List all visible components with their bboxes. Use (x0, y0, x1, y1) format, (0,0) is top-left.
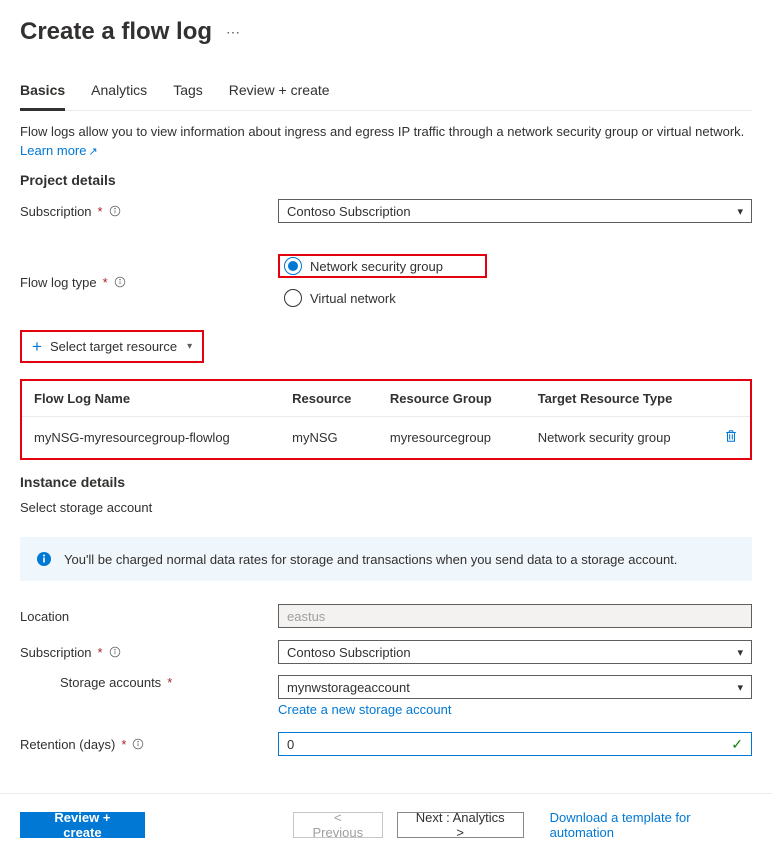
target-resource-table: Flow Log Name Resource Resource Group Ta… (20, 379, 752, 460)
review-create-button[interactable]: Review + create (20, 812, 145, 838)
storage-accounts-label: Storage accounts * (60, 675, 278, 690)
subscription-select[interactable]: Contoso Subscription ▾ (278, 199, 752, 223)
select-storage-label: Select storage account (20, 500, 752, 515)
tab-review-create[interactable]: Review + create (229, 82, 330, 110)
col-resource: Resource (280, 381, 378, 417)
storage-info-banner: You'll be charged normal data rates for … (20, 537, 752, 581)
chevron-down-icon: ▾ (187, 341, 192, 352)
table-row: myNSG-myresourcegroup-flowlog myNSG myre… (22, 417, 750, 459)
subscription2-select[interactable]: Contoso Subscription ▾ (278, 640, 752, 664)
tab-analytics[interactable]: Analytics (91, 82, 147, 110)
radio-nsg[interactable]: Network security group (278, 254, 487, 278)
subscription-label: Subscription * (20, 204, 278, 219)
radio-checked-icon (284, 257, 302, 275)
location-label: Location (20, 609, 278, 624)
tab-tags[interactable]: Tags (173, 82, 203, 110)
storage-account-select[interactable]: mynwstorageaccount ▾ (278, 675, 752, 699)
previous-button: < Previous (293, 812, 383, 838)
col-flow-log-name: Flow Log Name (22, 381, 280, 417)
col-target-type: Target Resource Type (526, 381, 712, 417)
more-actions-icon[interactable]: ⋯ (226, 24, 241, 41)
intro-text: Flow logs allow you to view information … (20, 123, 752, 141)
col-resource-group: Resource Group (378, 381, 526, 417)
select-target-resource-button[interactable]: + Select target resource ▾ (20, 330, 204, 363)
info-icon (36, 551, 52, 567)
project-details-heading: Project details (20, 172, 752, 188)
chevron-down-icon: ▾ (737, 681, 743, 694)
delete-icon[interactable] (724, 429, 738, 443)
page-title: Create a flow log (20, 18, 212, 46)
instance-details-heading: Instance details (20, 474, 752, 490)
chevron-down-icon: ▾ (737, 205, 743, 218)
retention-label: Retention (days) * (20, 737, 278, 752)
wizard-tabs: Basics Analytics Tags Review + create (20, 82, 752, 111)
info-icon[interactable] (132, 738, 144, 750)
info-icon[interactable] (109, 205, 121, 217)
next-button[interactable]: Next : Analytics > (397, 812, 524, 838)
page-header: Create a flow log ⋯ (20, 18, 752, 46)
radio-vnet[interactable]: Virtual network (278, 286, 752, 310)
flow-log-type-radio-group: Network security group Virtual network (278, 254, 752, 310)
radio-unchecked-icon (284, 289, 302, 307)
checkmark-icon: ✓ (731, 736, 743, 753)
download-template-link[interactable]: Download a template for automation (550, 810, 752, 840)
tab-basics[interactable]: Basics (20, 82, 65, 111)
subscription2-label: Subscription * (20, 645, 278, 660)
plus-icon: + (32, 338, 42, 355)
wizard-footer: Review + create < Previous Next : Analyt… (0, 793, 772, 860)
retention-input[interactable]: 0 ✓ (278, 732, 752, 756)
external-link-icon: ↗ (88, 146, 97, 158)
location-input: eastus (278, 604, 752, 628)
info-icon[interactable] (114, 276, 126, 288)
learn-more-link[interactable]: Learn more↗ (20, 143, 98, 158)
flow-log-type-label: Flow log type * (20, 275, 278, 290)
create-storage-link[interactable]: Create a new storage account (278, 702, 451, 717)
chevron-down-icon: ▾ (737, 646, 743, 659)
info-icon[interactable] (109, 646, 121, 658)
